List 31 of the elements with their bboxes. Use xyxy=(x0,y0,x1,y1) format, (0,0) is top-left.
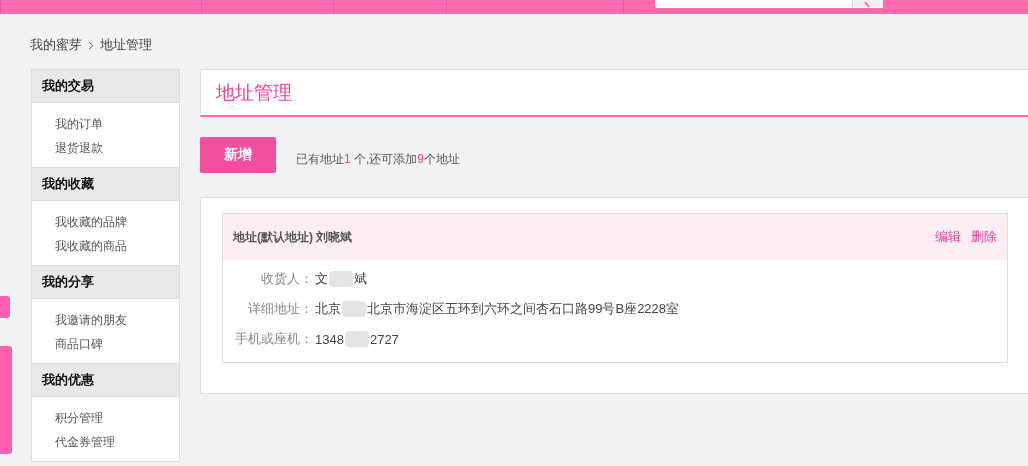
field-label: 收货人： xyxy=(260,270,313,288)
field-value: 2727 xyxy=(369,331,399,347)
field-value: 1348 xyxy=(315,331,344,347)
sidebar-item[interactable]: 我收藏的品牌 xyxy=(55,213,127,231)
field-value: 北京市海淀区五环到六环之间杏石口路99号B座2228室 xyxy=(367,300,680,318)
address-count: 已有地址1 个,还可添加9个地址 xyxy=(296,150,461,168)
sidebar-item[interactable]: 我的订单 xyxy=(55,115,103,133)
field-value: 文 xyxy=(315,270,328,288)
chevron-icon xyxy=(88,40,94,50)
sidebar-item[interactable]: 积分管理 xyxy=(55,409,103,427)
sidebar-group-title: 我的优惠 xyxy=(32,363,179,397)
side-decoration xyxy=(0,296,10,318)
sidebar-item[interactable]: 代金券管理 xyxy=(55,433,115,451)
page-title: 地址管理 xyxy=(216,80,292,105)
field-value: 北京 xyxy=(315,300,341,318)
redaction-mark xyxy=(329,271,353,287)
sidebar-group-title: 我的收藏 xyxy=(32,167,179,201)
sidebar-group-title: 我的分享 xyxy=(32,265,179,299)
sidebar-item[interactable]: 我收藏的商品 xyxy=(55,237,127,255)
sidebar-item[interactable]: 退货退款 xyxy=(55,139,103,157)
field-label: 详细地址： xyxy=(247,300,313,318)
address-heading: 地址(默认地址) 刘晓斌 xyxy=(233,228,353,246)
sidebar-group-title: 我的交易 xyxy=(32,70,179,103)
sidebar-item[interactable]: 我邀请的朋友 xyxy=(55,311,127,329)
breadcrumb-item: 地址管理 xyxy=(100,36,152,54)
breadcrumb-item[interactable]: 我的蜜芽 xyxy=(30,36,82,54)
sidebar-item[interactable]: 商品口碑 xyxy=(55,335,103,353)
redaction-mark xyxy=(342,301,366,317)
field-label: 手机或座机： xyxy=(234,330,313,348)
redaction-mark xyxy=(344,331,369,347)
field-value: 斌 xyxy=(354,270,367,288)
